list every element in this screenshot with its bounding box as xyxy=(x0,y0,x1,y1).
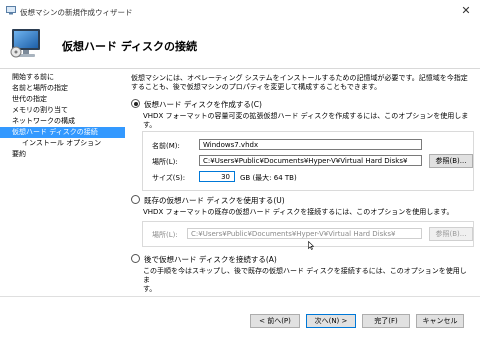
later-desc-line-1: この手順を今はスキップし、後で既存の仮想ハード ディスクを接続するには、このオプ… xyxy=(143,267,467,284)
option-existing-label: 既存の仮想ハード ディスクを使用する(U) xyxy=(144,196,285,205)
next-button[interactable]: 次へ(N) > xyxy=(306,314,356,328)
sidebar-item-memory[interactable]: メモリの割り当て xyxy=(0,105,125,116)
sidebar-item-connect-vhd[interactable]: 仮想ハード ディスクの接続 xyxy=(0,127,125,138)
radio-existing-vhd[interactable] xyxy=(131,195,140,204)
size-label: サイズ(S): xyxy=(152,174,186,182)
wizard-footer: < 前へ(P) 次へ(N) > 完了(F) キャンセル xyxy=(0,296,480,343)
size-unit-label: GB (最大: 64 TB) xyxy=(240,174,297,182)
option-create-vhd[interactable]: 仮想ハード ディスクを作成する(C) xyxy=(131,99,262,110)
option-existing-vhd[interactable]: 既存の仮想ハード ディスクを使用する(U) xyxy=(131,195,285,206)
option-later-description: この手順を今はスキップし、後で既存の仮想ハード ディスクを接続するには、このオプ… xyxy=(143,267,473,294)
option-attach-later[interactable]: 後で仮想ハード ディスクを接続する(A) xyxy=(131,254,277,265)
hyperv-wizard-icon xyxy=(6,6,16,15)
existing-location-label: 場所(L): xyxy=(152,231,178,239)
finish-button[interactable]: 完了(F) xyxy=(362,314,410,328)
existing-location-input[interactable]: C:¥Users¥Public¥Documents¥Hyper-V¥Virtua… xyxy=(187,228,422,239)
vhd-size-input[interactable]: 30 xyxy=(199,171,235,182)
radio-create-vhd[interactable] xyxy=(131,99,140,108)
virtual-disk-monitor-icon xyxy=(10,29,40,58)
create-vhd-group: 名前(M): Windows7.vhdx 場所(L): C:¥Users¥Pub… xyxy=(142,131,474,191)
close-button[interactable]: ✕ xyxy=(458,3,474,19)
close-icon: ✕ xyxy=(461,4,471,17)
sidebar-item-summary[interactable]: 要約 xyxy=(0,149,125,160)
option-later-label: 後で仮想ハード ディスクを接続する(A) xyxy=(144,255,277,264)
radio-attach-later[interactable] xyxy=(131,254,140,263)
location-label: 場所(L): xyxy=(152,158,178,166)
sidebar-item-install-options[interactable]: インストール オプション xyxy=(0,138,125,149)
browse-location-button[interactable]: 参照(B)... xyxy=(429,154,473,168)
vhd-location-input[interactable]: C:¥Users¥Public¥Documents¥Hyper-V¥Virtua… xyxy=(199,155,422,166)
create-desc-line-2: す。 xyxy=(143,121,157,129)
sidebar-item-network[interactable]: ネットワークの構成 xyxy=(0,116,125,127)
name-label: 名前(M): xyxy=(152,142,180,150)
window-title: 仮想マシンの新規作成ウィザード xyxy=(20,8,133,17)
wizard-steps-sidebar: 開始する前に 名前と場所の指定 世代の指定 メモリの割り当て ネットワークの構成… xyxy=(0,72,125,160)
intro-line-1: 仮想マシンには、オペレーティング システムをインストールするための記憶域が必要で… xyxy=(131,74,468,82)
option-create-label: 仮想ハード ディスクを作成する(C) xyxy=(144,100,262,109)
vhd-name-input[interactable]: Windows7.vhdx xyxy=(199,139,422,150)
option-existing-description: VHDX フォーマットの既存の仮想ハード ディスクを接続するには、このオプション… xyxy=(143,208,454,216)
title-bar: 仮想マシンの新規作成ウィザード ✕ xyxy=(0,0,480,22)
sidebar-item-generation[interactable]: 世代の指定 xyxy=(0,94,125,105)
intro-line-2: することも、後で仮想マシンのプロパティを変更して構成することもできます。 xyxy=(131,83,382,91)
sidebar-item-before-you-begin[interactable]: 開始する前に xyxy=(0,72,125,83)
intro-text: 仮想マシンには、オペレーティング システムをインストールするための記憶域が必要で… xyxy=(131,74,471,92)
wizard-header: 仮想ハード ディスクの接続 xyxy=(0,22,480,69)
mouse-cursor-icon xyxy=(308,241,314,250)
later-desc-line-2: す。 xyxy=(143,285,157,293)
back-button[interactable]: < 前へ(P) xyxy=(250,314,300,328)
cancel-button[interactable]: キャンセル xyxy=(416,314,464,328)
option-create-description: VHDX フォーマットの容量可変の拡張仮想ハード ディスクを作成するには、このオ… xyxy=(143,112,473,130)
wizard-body: 開始する前に 名前と場所の指定 世代の指定 メモリの割り当て ネットワークの構成… xyxy=(0,69,480,295)
create-desc-line-1: VHDX フォーマットの容量可変の拡張仮想ハード ディスクを作成するには、このオ… xyxy=(143,112,469,120)
sidebar-item-name-location[interactable]: 名前と場所の指定 xyxy=(0,83,125,94)
browse-existing-button[interactable]: 参照(B)... xyxy=(429,227,473,241)
page-title: 仮想ハード ディスクの接続 xyxy=(62,40,198,53)
